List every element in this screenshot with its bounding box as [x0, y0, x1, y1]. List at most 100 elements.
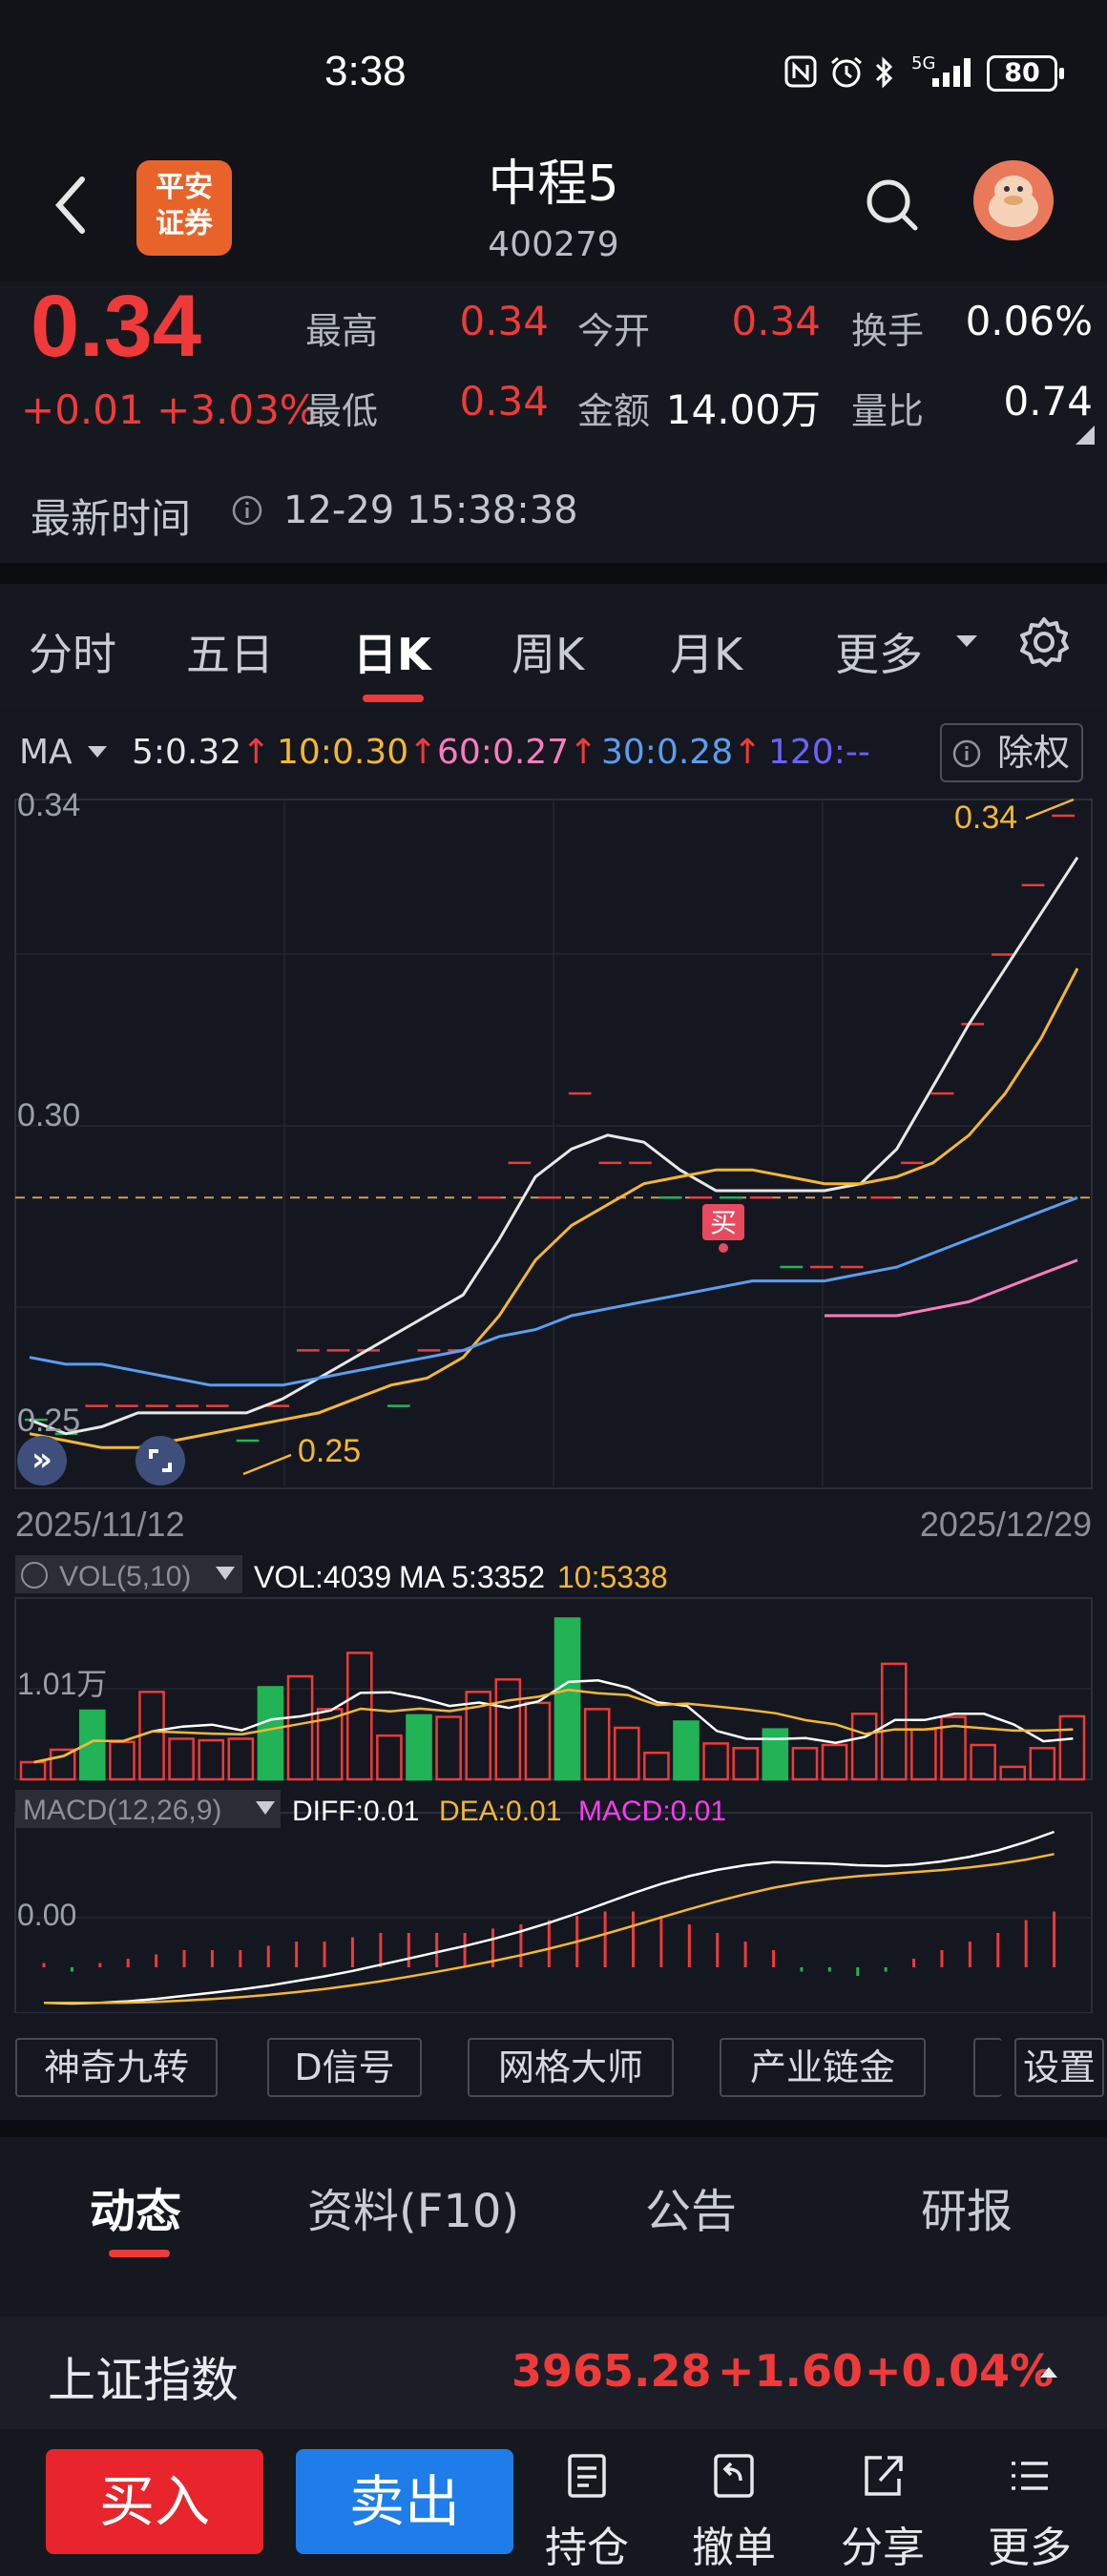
volume-bar: [494, 1678, 522, 1781]
tool-partial[interactable]: [973, 2038, 1002, 2097]
battery-icon: 80: [987, 55, 1064, 92]
vol-value: VOL:4039: [254, 1560, 391, 1594]
index-name: 上证指数: [48, 2353, 239, 2408]
tab-news[interactable]: 动态: [90, 2173, 181, 2240]
undo-icon: [681, 2452, 786, 2505]
action-holdings[interactable]: 持仓: [534, 2452, 639, 2574]
macd-value: MACD:0.01: [578, 1796, 726, 1827]
tab-more[interactable]: 更多: [835, 620, 923, 683]
tool-magic-nine[interactable]: 神奇九转: [15, 2038, 218, 2097]
turnover-label: 换手: [851, 310, 925, 352]
volume-bar: [524, 1701, 552, 1781]
divider: [0, 2120, 1107, 2137]
candles: [25, 814, 1076, 1443]
expand-corner-icon[interactable]: [1074, 424, 1097, 450]
nfc-icon: [784, 55, 817, 88]
volume-bars: [19, 1617, 1086, 1781]
y-tick-label: 0.30: [17, 1097, 80, 1133]
volume-bar: [227, 1737, 255, 1781]
volume-bar: [910, 1728, 937, 1781]
volume-bar: [583, 1708, 611, 1781]
y-tick-label: 0.34: [17, 792, 80, 823]
x-end-date: 2025/12/29: [920, 1505, 1092, 1544]
low-label: 最低: [305, 390, 379, 432]
chevron-left-icon[interactable]: [48, 172, 95, 239]
index-change-pct: +0.04%: [865, 2345, 1055, 2397]
tab-research[interactable]: 研报: [921, 2173, 1013, 2240]
info-icon: [952, 739, 981, 768]
dropdown-caret-icon[interactable]: [954, 632, 979, 654]
ex-rights-button[interactable]: 除权: [940, 723, 1083, 782]
stock-code: 400279: [488, 225, 619, 264]
vol-y-tick: 1.01万: [17, 1667, 107, 1701]
volume-bar: [673, 1720, 700, 1781]
tab-intraday[interactable]: 分时: [29, 620, 116, 683]
ma-selector[interactable]: MA: [19, 733, 73, 772]
last-price: 0.34: [31, 278, 202, 375]
vol-ma5-value: MA 5:3352: [399, 1560, 545, 1594]
volume-bar: [198, 1738, 225, 1781]
max-price-marker: 0.34: [954, 800, 1017, 836]
open-value: 0.34: [731, 298, 821, 344]
kline-chart[interactable]: 0.34 0.30 0.25 0.34 0.25 买 2025/11/12 2025/12/2…: [0, 792, 1107, 2013]
action-share[interactable]: 分享: [830, 2452, 935, 2574]
share-icon: [830, 2452, 935, 2505]
content-area: [0, 2271, 1107, 2316]
broker-logo: 平安 证券: [136, 160, 232, 256]
tab-announcement[interactable]: 公告: [645, 2173, 737, 2240]
macd-grid: [14, 1812, 1093, 2013]
ma5-value: 5:0.32↑: [132, 733, 271, 772]
tab-f10[interactable]: 资料(F10): [307, 2173, 519, 2240]
action-cancel-order[interactable]: 撤单: [681, 2452, 786, 2574]
buy-button[interactable]: 买入: [46, 2449, 263, 2554]
volume-bar: [732, 1747, 760, 1781]
tab-daily-k[interactable]: 日K: [353, 620, 431, 683]
high-label: 最高: [305, 310, 379, 352]
vol-indicator-label: VOL(5,10): [59, 1561, 191, 1592]
volume-bar: [821, 1743, 848, 1781]
volume-bar: [1029, 1747, 1056, 1781]
x-start-date: 2025/11/12: [15, 1505, 185, 1544]
volume-bar: [376, 1734, 403, 1781]
ma60-value: 60:0.27↑: [437, 733, 598, 772]
gear-icon[interactable]: [1017, 615, 1071, 673]
tool-industry-chain[interactable]: 产业链金: [720, 2038, 926, 2097]
tool-d-signal[interactable]: D信号: [267, 2038, 422, 2097]
alarm-icon: [828, 55, 865, 88]
buy-marker-dot: [719, 1243, 728, 1253]
fast-forward-icon[interactable]: »: [17, 1436, 67, 1485]
amount-value: 14.00万: [665, 386, 821, 433]
menu-icon: [977, 2452, 1082, 2505]
fullscreen-icon[interactable]: [136, 1436, 185, 1485]
signal-icon: [930, 55, 976, 88]
tab-five-day[interactable]: 五日: [186, 620, 274, 683]
caret-up-icon[interactable]: [1038, 2364, 1059, 2383]
volume-bar: [1058, 1714, 1086, 1781]
price-change: +0.01 +3.03%: [21, 386, 318, 433]
action-more[interactable]: 更多: [977, 2452, 1082, 2574]
sell-button[interactable]: 卖出: [296, 2449, 513, 2554]
tab-monthly-k[interactable]: 月K: [670, 620, 742, 683]
info-icon[interactable]: [231, 494, 263, 530]
low-value: 0.34: [459, 378, 549, 425]
min-price-marker: 0.25: [298, 1433, 361, 1469]
search-icon[interactable]: [864, 177, 921, 234]
update-time-label: 最新时间: [31, 495, 192, 542]
volume-bar: [554, 1617, 581, 1781]
tool-grid-master[interactable]: 网格大师: [468, 2038, 674, 2097]
volume-bar: [613, 1726, 640, 1781]
turnover-value: 0.06%: [965, 298, 1093, 344]
volume-bar: [49, 1748, 76, 1781]
index-change: +1.60: [718, 2345, 864, 2397]
tool-settings-button[interactable]: 设置: [1014, 2038, 1104, 2097]
vol-ma10-value: 10:5338: [557, 1560, 668, 1594]
volume-bar: [345, 1652, 373, 1781]
open-label: 今开: [577, 310, 651, 352]
high-value: 0.34: [459, 298, 549, 344]
avatar[interactable]: [973, 160, 1054, 240]
tab-weekly-k[interactable]: 周K: [512, 620, 584, 683]
volume-bar: [257, 1686, 284, 1781]
stock-title: 中程5: [488, 156, 619, 213]
ma-dropdown-icon[interactable]: [86, 744, 109, 763]
macd-indicator-label: MACD(12,26,9): [23, 1795, 221, 1826]
